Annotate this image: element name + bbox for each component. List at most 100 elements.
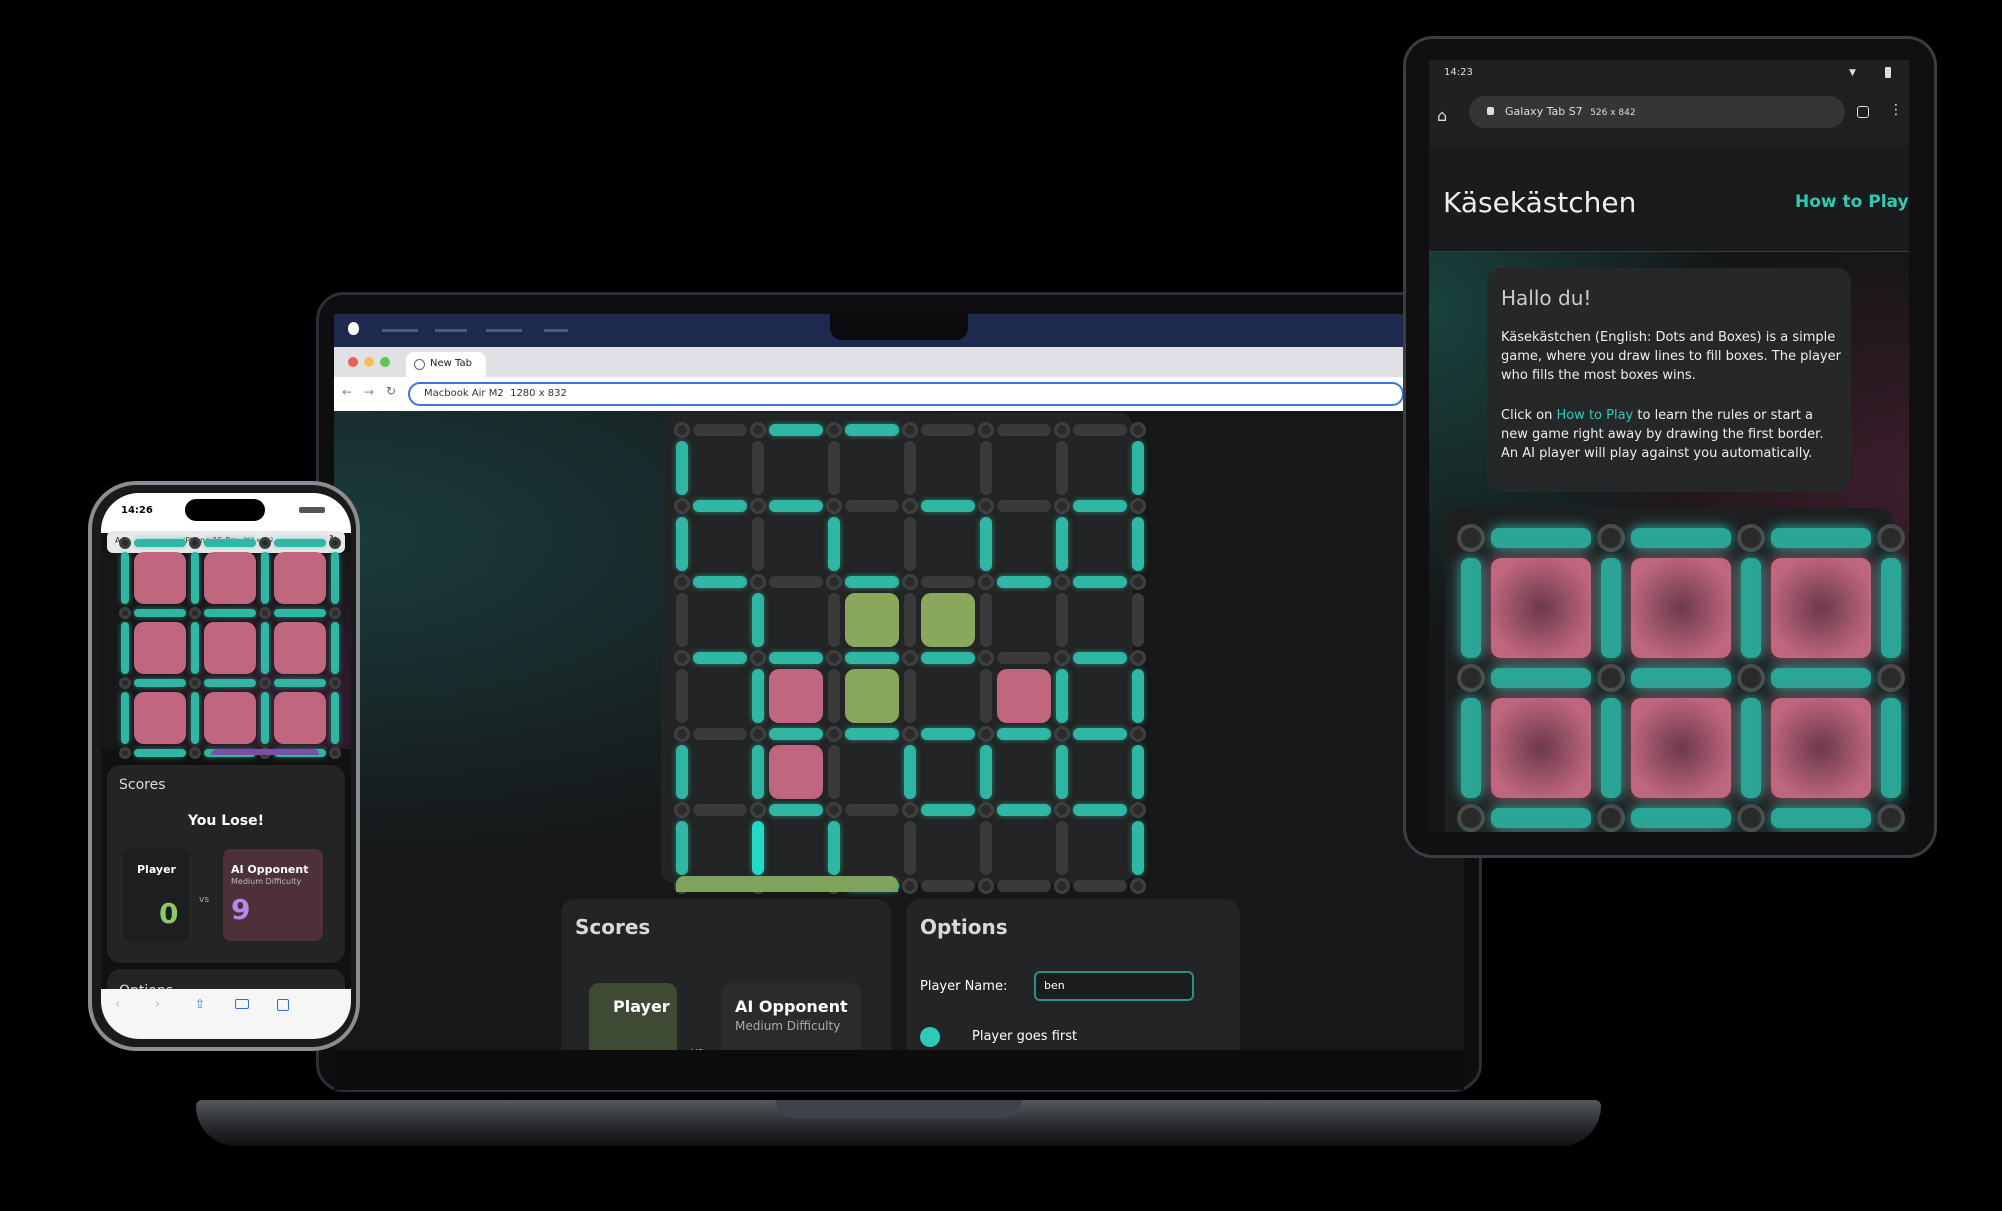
- drawn-edge[interactable]: [676, 441, 688, 495]
- drawn-edge[interactable]: [1073, 500, 1127, 512]
- drawn-edge[interactable]: [1881, 558, 1901, 658]
- drawn-edge[interactable]: [845, 728, 899, 740]
- drawn-edge[interactable]: [204, 608, 256, 618]
- drawn-edge[interactable]: [752, 745, 764, 799]
- empty-edge[interactable]: [676, 593, 688, 647]
- action-button[interactable]: [676, 876, 898, 892]
- empty-edge[interactable]: [693, 804, 747, 816]
- drawn-edge[interactable]: [828, 517, 840, 571]
- empty-edge[interactable]: [997, 424, 1051, 436]
- drawn-edge[interactable]: [752, 669, 764, 723]
- drawn-edge[interactable]: [260, 692, 270, 744]
- how-to-play-link[interactable]: How to Play: [1795, 192, 1909, 212]
- close-window-dot[interactable]: [348, 357, 358, 367]
- back-icon[interactable]: ‹: [115, 997, 120, 1012]
- empty-edge[interactable]: [1056, 593, 1068, 647]
- drawn-edge[interactable]: [1132, 517, 1144, 571]
- empty-edge[interactable]: [921, 576, 975, 588]
- drawn-edge[interactable]: [676, 517, 688, 571]
- empty-edge[interactable]: [828, 593, 840, 647]
- tab-count-icon[interactable]: [1857, 106, 1869, 118]
- empty-edge[interactable]: [693, 728, 747, 740]
- empty-edge[interactable]: [904, 517, 916, 571]
- forward-icon[interactable]: →: [364, 385, 374, 399]
- drawn-edge[interactable]: [274, 538, 326, 548]
- drawn-edge[interactable]: [769, 500, 823, 512]
- browser-tab[interactable]: New Tab: [406, 352, 486, 377]
- drawn-edge[interactable]: [1771, 668, 1871, 688]
- phone-action-button[interactable]: [211, 749, 319, 755]
- drawn-edge[interactable]: [769, 424, 823, 436]
- home-icon[interactable]: ⌂: [1437, 106, 1447, 125]
- drawn-edge[interactable]: [1073, 804, 1127, 816]
- empty-edge[interactable]: [828, 441, 840, 495]
- drawn-edge[interactable]: [980, 745, 992, 799]
- drawn-edge[interactable]: [1601, 698, 1621, 798]
- drawn-edge[interactable]: [752, 593, 764, 647]
- drawn-edge[interactable]: [1771, 808, 1871, 828]
- drawn-edge[interactable]: [1881, 698, 1901, 798]
- drawn-edge[interactable]: [845, 652, 899, 664]
- drawn-edge[interactable]: [693, 652, 747, 664]
- player-first-toggle[interactable]: [920, 1027, 940, 1047]
- drawn-edge[interactable]: [1631, 668, 1731, 688]
- zoom-window-dot[interactable]: [380, 357, 390, 367]
- drawn-edge[interactable]: [769, 728, 823, 740]
- drawn-edge[interactable]: [204, 678, 256, 688]
- empty-edge[interactable]: [997, 500, 1051, 512]
- drawn-edge[interactable]: [693, 500, 747, 512]
- drawn-edge[interactable]: [1132, 745, 1144, 799]
- empty-edge[interactable]: [1073, 424, 1127, 436]
- drawn-edge[interactable]: [1491, 808, 1591, 828]
- back-icon[interactable]: ←: [342, 385, 352, 399]
- drawn-edge[interactable]: [921, 652, 975, 664]
- drawn-edge[interactable]: [134, 678, 186, 688]
- drawn-edge[interactable]: [1056, 669, 1068, 723]
- drawn-edge[interactable]: [676, 821, 688, 875]
- drawn-edge[interactable]: [120, 622, 130, 674]
- bookmarks-icon[interactable]: [235, 999, 249, 1009]
- tabs-icon[interactable]: [277, 999, 289, 1011]
- tablet-url-bar[interactable]: Galaxy Tab S7 526 x 842: [1469, 96, 1845, 128]
- drawn-edge[interactable]: [921, 728, 975, 740]
- drawn-edge[interactable]: [828, 821, 840, 875]
- drawn-edge[interactable]: [769, 804, 823, 816]
- drawn-edge[interactable]: [274, 678, 326, 688]
- drawn-edge[interactable]: [676, 745, 688, 799]
- empty-edge[interactable]: [921, 880, 975, 892]
- drawn-edge[interactable]: [330, 622, 340, 674]
- more-icon[interactable]: ⋮: [1889, 102, 1903, 118]
- drawn-edge[interactable]: [1056, 517, 1068, 571]
- drawn-edge[interactable]: [260, 622, 270, 674]
- address-bar[interactable]: Macbook Air M2 1280 x 832: [408, 382, 1404, 406]
- drawn-edge[interactable]: [769, 652, 823, 664]
- drawn-edge[interactable]: [1132, 441, 1144, 495]
- share-icon[interactable]: ⇧: [195, 997, 205, 1011]
- drawn-edge[interactable]: [1741, 558, 1761, 658]
- drawn-edge[interactable]: [752, 821, 764, 875]
- empty-edge[interactable]: [828, 669, 840, 723]
- drawn-edge[interactable]: [1491, 668, 1591, 688]
- minimize-window-dot[interactable]: [364, 357, 374, 367]
- drawn-edge[interactable]: [1132, 669, 1144, 723]
- drawn-edge[interactable]: [190, 552, 200, 604]
- empty-edge[interactable]: [752, 517, 764, 571]
- drawn-edge[interactable]: [1056, 745, 1068, 799]
- drawn-edge[interactable]: [120, 692, 130, 744]
- empty-edge[interactable]: [1073, 880, 1127, 892]
- drawn-edge[interactable]: [120, 552, 130, 604]
- empty-edge[interactable]: [980, 821, 992, 875]
- drawn-edge[interactable]: [204, 538, 256, 548]
- drawn-edge[interactable]: [921, 500, 975, 512]
- empty-edge[interactable]: [980, 441, 992, 495]
- forward-icon[interactable]: ›: [155, 997, 160, 1012]
- drawn-edge[interactable]: [1461, 698, 1481, 798]
- drawn-edge[interactable]: [274, 608, 326, 618]
- empty-edge[interactable]: [980, 669, 992, 723]
- how-to-play-inline-link[interactable]: How to Play: [1556, 408, 1633, 423]
- drawn-edge[interactable]: [997, 804, 1051, 816]
- drawn-edge[interactable]: [1601, 558, 1621, 658]
- empty-edge[interactable]: [904, 821, 916, 875]
- drawn-edge[interactable]: [1491, 528, 1591, 548]
- empty-edge[interactable]: [693, 424, 747, 436]
